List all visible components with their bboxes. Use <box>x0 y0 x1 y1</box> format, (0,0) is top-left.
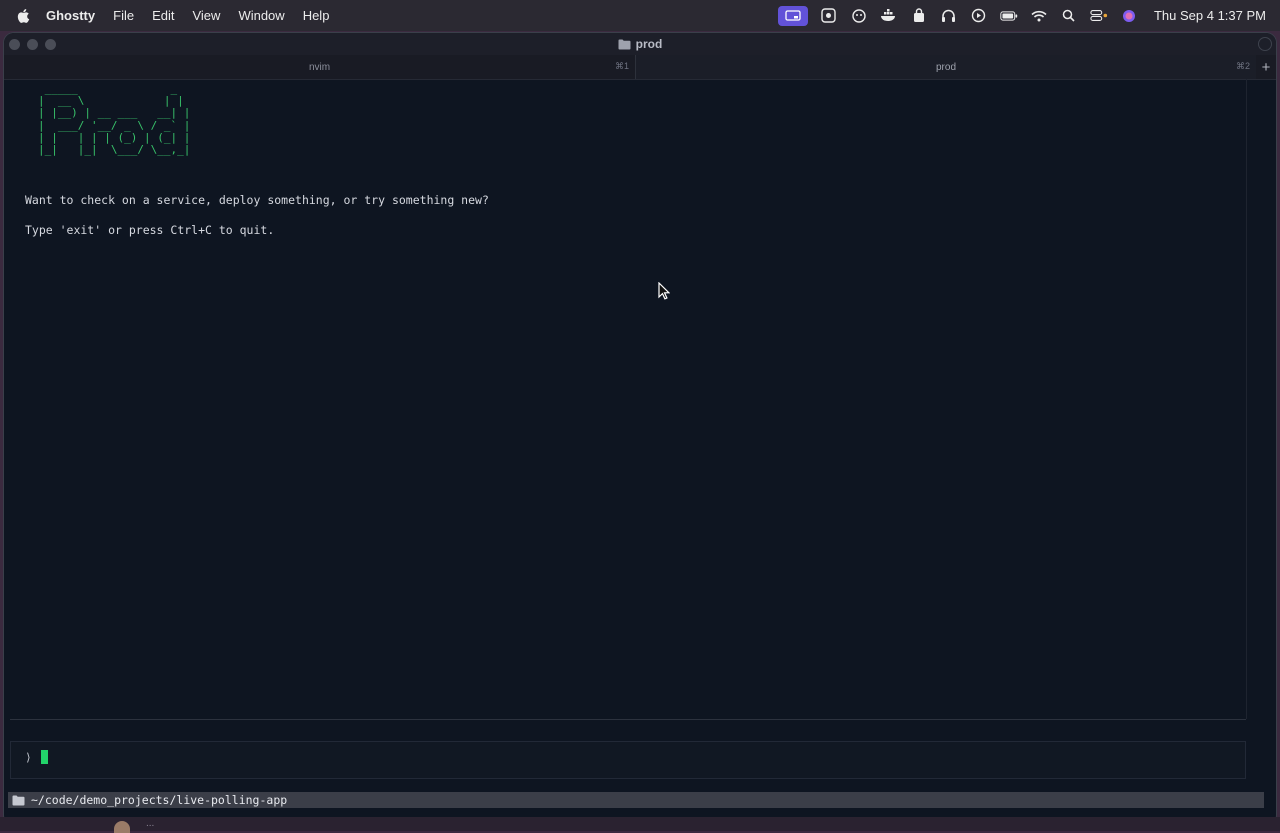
menubar-clock[interactable]: Thu Sep 4 1:37 PM <box>1154 8 1266 23</box>
zoom-button[interactable] <box>45 39 56 50</box>
prompt-symbol: ⟩ <box>25 751 32 764</box>
status-area: Thu Sep 4 1:37 PM <box>777 0 1266 31</box>
tab-shortcut: ⌘1 <box>614 61 629 71</box>
wifi-icon[interactable] <box>1030 8 1048 24</box>
docker-icon[interactable] <box>880 8 898 24</box>
apple-icon[interactable] <box>16 8 30 24</box>
quit-hint-line: Type 'exit' or press Ctrl+C to quit. <box>25 223 275 237</box>
window-title: prod <box>635 37 663 51</box>
pane-divider <box>10 719 1246 720</box>
tab-bar: nvim ⌘1 prod ⌘2 + <box>4 55 1276 80</box>
minimize-button[interactable] <box>27 39 38 50</box>
search-icon[interactable] <box>1060 8 1078 24</box>
battery-icon[interactable] <box>1000 8 1018 24</box>
menu-file[interactable]: File <box>113 8 134 23</box>
tab-label: nvim <box>308 61 331 73</box>
play-icon[interactable] <box>970 8 988 24</box>
new-tab-button[interactable]: + <box>1256 55 1276 79</box>
terminal-output[interactable]: _____ _ | __ \ | | | |__) | __ ___ __| |… <box>10 79 1247 719</box>
headphones-icon[interactable] <box>940 8 958 24</box>
window-titlebar: prod <box>4 33 1276 55</box>
bag-icon[interactable] <box>910 8 928 24</box>
folder-icon <box>12 795 25 806</box>
menu-edit[interactable]: Edit <box>152 8 174 23</box>
dock-ellipsis: ... <box>146 818 155 829</box>
app-icon[interactable] <box>820 8 838 24</box>
cat-icon[interactable] <box>850 8 868 24</box>
menu-help[interactable]: Help <box>303 8 330 23</box>
current-path: ~/code/demo_projects/live-polling-app <box>31 793 288 807</box>
tab-label: prod <box>935 61 956 73</box>
dock-strip <box>0 817 1280 831</box>
tab-prod[interactable]: prod ⌘2 <box>636 55 1256 79</box>
menu-app-name[interactable]: Ghostty <box>46 8 95 23</box>
menu-window[interactable]: Window <box>238 8 284 23</box>
status-bar: ~/code/demo_projects/live-polling-app <box>8 792 1264 808</box>
mouse-pointer-icon <box>658 282 670 300</box>
screen-share-icon[interactable] <box>777 5 808 26</box>
close-button[interactable] <box>9 39 20 50</box>
welcome-line: Want to check on a service, deploy somet… <box>25 193 489 207</box>
tab-shortcut: ⌘2 <box>1235 61 1250 71</box>
folder-icon <box>618 39 631 50</box>
control-center-icon[interactable] <box>1090 8 1108 24</box>
prompt-input[interactable]: ⟩ <box>10 741 1246 779</box>
avatar[interactable] <box>114 821 130 833</box>
siri-icon[interactable] <box>1120 8 1138 24</box>
terminal-window: prod nvim ⌘1 prod ⌘2 + _____ _ | __ \ | … <box>4 33 1276 825</box>
text-cursor <box>41 750 48 764</box>
window-accessory-button[interactable] <box>1258 37 1272 51</box>
menu-bar: Ghostty File Edit View Window Help Thu S… <box>0 0 1280 31</box>
menu-view[interactable]: View <box>192 8 220 23</box>
tab-nvim[interactable]: nvim ⌘1 <box>4 55 636 79</box>
ascii-banner: _____ _ | __ \ | | | |__) | __ ___ __| |… <box>38 82 191 157</box>
window-controls <box>9 39 56 50</box>
